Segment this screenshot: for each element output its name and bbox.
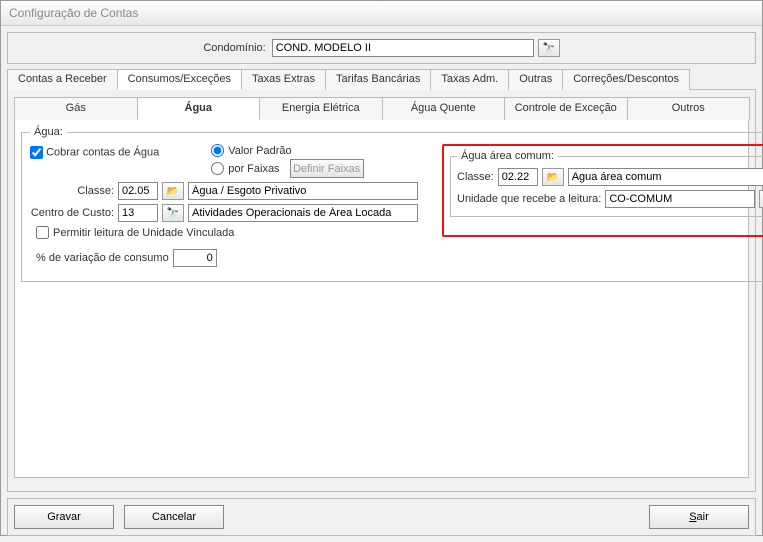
label-unidade-leitura: Unidade que recebe a leitura: <box>457 193 601 205</box>
sub-tabs: Gás Água Energia Elétrica Água Quente Co… <box>14 96 749 120</box>
input-percent-variacao[interactable] <box>173 249 217 267</box>
window-title: Configuração de Contas <box>1 1 762 26</box>
input-area-classe[interactable] <box>498 168 538 186</box>
binoculars-icon[interactable]: 🔭 <box>162 204 184 222</box>
label-valor-padrao: Valor Padrão <box>228 145 291 157</box>
label-por-faixas: por Faixas <box>228 163 279 175</box>
fieldset-agua-area-comum: Água área comum: Classe: 📂 Unidade que r… <box>450 150 763 217</box>
radio-valor-padrao[interactable] <box>211 144 224 157</box>
tab-consumos-excecoes[interactable]: Consumos/Exceções <box>117 69 242 90</box>
subtab-energia[interactable]: Energia Elétrica <box>259 97 383 120</box>
tab-taxas-extras[interactable]: Taxas Extras <box>241 69 326 90</box>
condominio-panel: Condomínio: 🔭 <box>7 32 756 64</box>
agua-area-comum-highlight: Água área comum: Classe: 📂 Unidade que r… <box>442 144 763 237</box>
folder-icon[interactable]: 📂 <box>542 168 564 186</box>
subtab-gas[interactable]: Gás <box>14 97 138 120</box>
folder-icon[interactable]: 📂 <box>162 182 184 200</box>
legend-agua: Água: <box>30 126 67 138</box>
label-classe: Classe: <box>30 185 114 197</box>
input-unidade-leitura[interactable] <box>605 190 755 208</box>
input-area-classe-desc[interactable] <box>568 168 763 186</box>
radio-por-faixas[interactable] <box>211 162 224 175</box>
subtab-body-agua: Água: Cobrar contas de Água Valor P <box>14 120 749 478</box>
subtab-controle[interactable]: Controle de Exceção <box>504 97 628 120</box>
input-classe-desc[interactable] <box>188 182 418 200</box>
main-tabs: Contas a Receber Consumos/Exceções Taxas… <box>7 68 756 90</box>
cancelar-button[interactable]: Cancelar <box>124 505 224 529</box>
fieldset-agua: Água: Cobrar contas de Água Valor P <box>21 126 763 282</box>
tab-outras[interactable]: Outras <box>508 69 563 90</box>
binoculars-icon[interactable]: 🔭 <box>538 39 560 57</box>
condominio-input[interactable] <box>272 39 534 57</box>
definir-faixas-button[interactable]: Definir Faixas <box>290 159 364 178</box>
label-centro-custo: Centro de Custo: <box>30 207 114 219</box>
label-permitir-leitura: Permitir leitura de Unidade Vinculada <box>53 227 234 239</box>
input-classe[interactable] <box>118 182 158 200</box>
tab-body: Gás Água Energia Elétrica Água Quente Co… <box>7 90 756 492</box>
tab-tarifas-bancarias[interactable]: Tarifas Bancárias <box>325 69 431 90</box>
subtab-outros[interactable]: Outros <box>627 97 751 120</box>
binoculars-icon[interactable]: 🔭 <box>759 190 763 208</box>
label-cobrar-agua: Cobrar contas de Água <box>46 146 159 158</box>
legend-area-comum: Água área comum: <box>457 150 558 162</box>
label-percent-variacao: % de variação de consumo <box>36 252 169 264</box>
subtab-agua-quente[interactable]: Água Quente <box>382 97 506 120</box>
condominio-label: Condomínio: <box>203 42 265 54</box>
input-centro-custo-desc[interactable] <box>188 204 418 222</box>
subtab-agua[interactable]: Água <box>137 97 261 120</box>
tab-correcoes-descontos[interactable]: Correções/Descontos <box>562 69 690 90</box>
tab-contas-receber[interactable]: Contas a Receber <box>7 69 118 90</box>
sair-button[interactable]: Sair <box>649 505 749 529</box>
checkbox-permitir-leitura[interactable] <box>36 226 49 239</box>
footer-bar: Gravar Cancelar Sair <box>7 498 756 536</box>
tab-taxas-adm[interactable]: Taxas Adm. <box>430 69 509 90</box>
gravar-button[interactable]: Gravar <box>14 505 114 529</box>
checkbox-cobrar-agua[interactable] <box>30 146 43 159</box>
label-area-classe: Classe: <box>457 171 494 183</box>
input-centro-custo[interactable] <box>118 204 158 222</box>
